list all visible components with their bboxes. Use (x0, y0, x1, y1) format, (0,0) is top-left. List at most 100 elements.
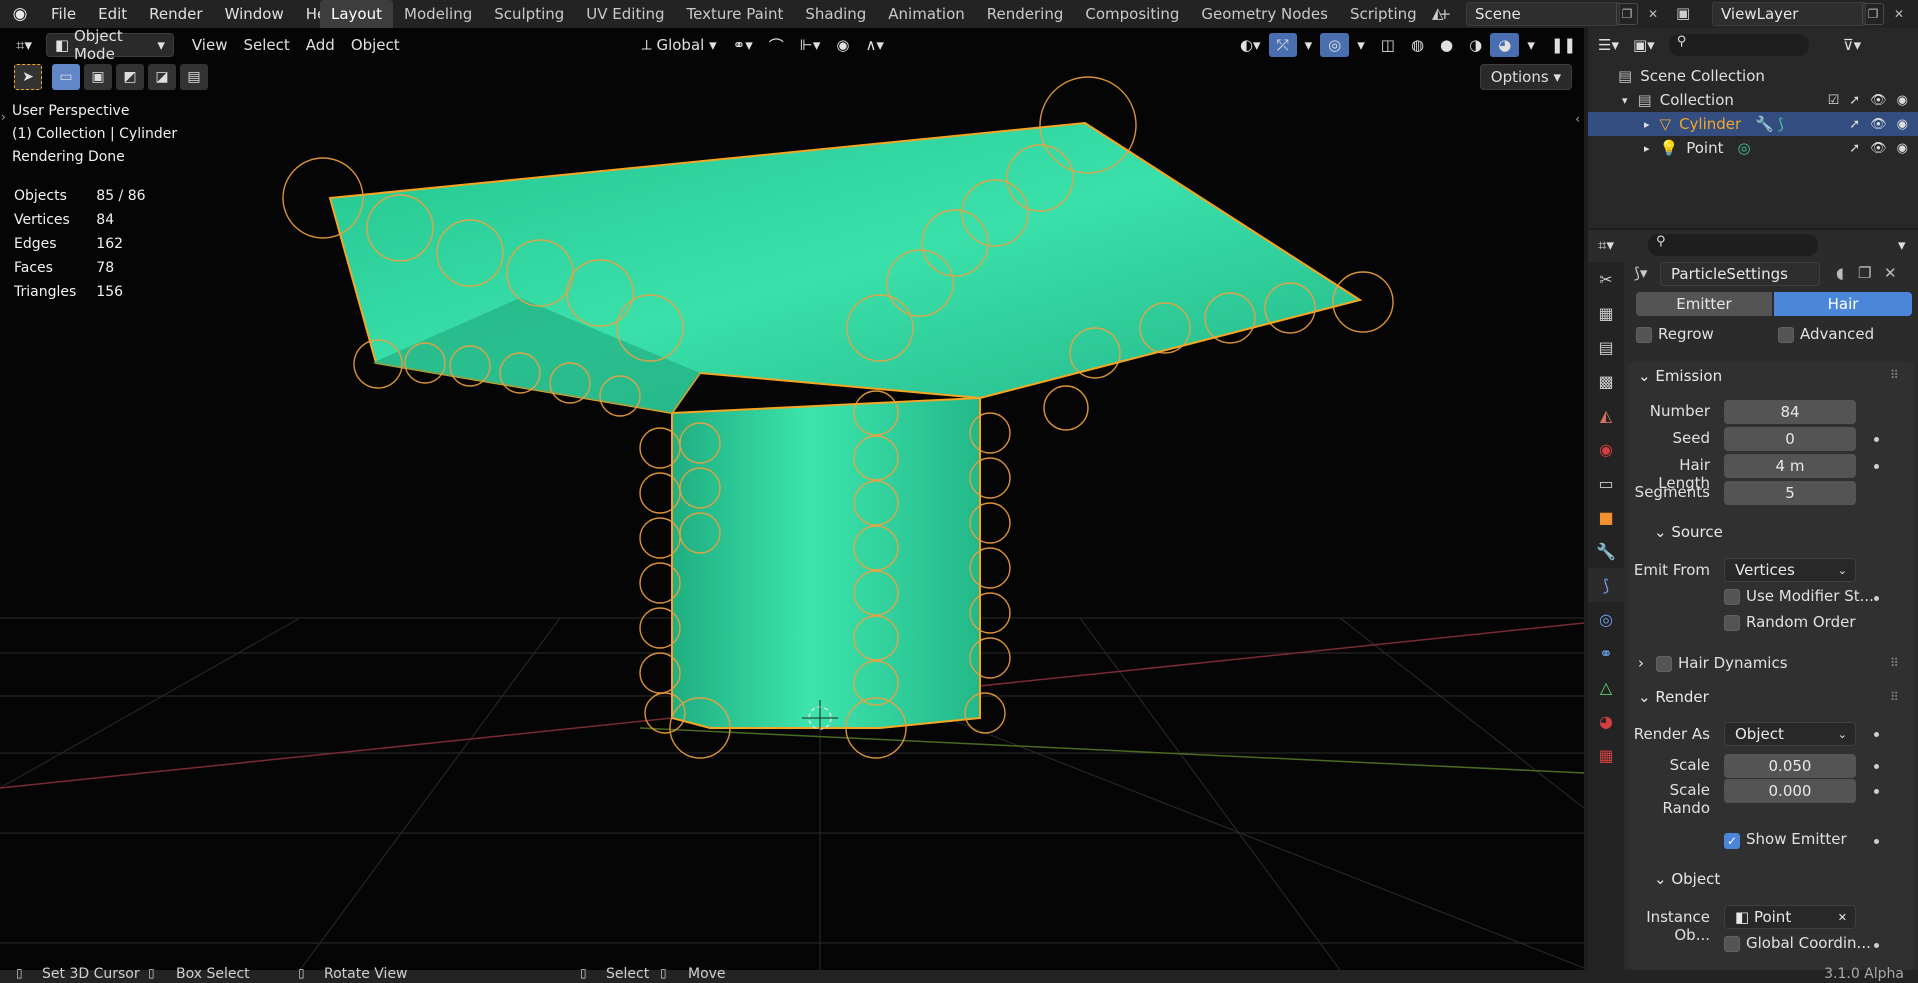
scene-tab-icon[interactable]: ◭ (1588, 398, 1624, 432)
drag-handle-icon[interactable]: ⠿ (1890, 656, 1899, 670)
tab-geometry-nodes[interactable]: Geometry Nodes (1190, 0, 1339, 28)
expand-arrow-icon[interactable]: ▸ (1644, 118, 1650, 131)
cylinder-mesh[interactable] (328, 121, 1363, 729)
tab-emitter[interactable]: Emitter (1636, 292, 1772, 316)
sidebar-toggle-icon[interactable]: ‹ (1575, 112, 1580, 126)
outliner-scene-collection[interactable]: ▤ Scene Collection (1588, 64, 1918, 88)
shading-rendered-icon[interactable]: ◕ (1490, 33, 1520, 57)
use-modifier-stack-checkbox[interactable] (1724, 589, 1740, 605)
select-new-icon[interactable]: ▭ (52, 64, 80, 90)
tab-sculpting[interactable]: Sculpting (483, 0, 575, 28)
display-mode-icon[interactable]: ▣▾ (1633, 36, 1655, 54)
scene-selector[interactable]: Scene (1466, 2, 1620, 26)
delete-viewlayer-icon[interactable]: ✕ (1888, 3, 1910, 25)
checkbox-icon[interactable]: ☑ (1828, 93, 1840, 108)
camera-icon[interactable]: ◉ (1897, 93, 1908, 108)
tab-shading[interactable]: Shading (794, 0, 877, 28)
viewlayer-selector[interactable]: ViewLayer (1712, 2, 1866, 26)
outliner-item-point[interactable]: ▸ 💡 Point ◎ ➚ 👁 ◉ (1588, 136, 1918, 160)
show-emitter-checkbox[interactable]: ✓ (1724, 833, 1740, 849)
tab-texture-paint[interactable]: Texture Paint (676, 0, 795, 28)
tab-uv-editing[interactable]: UV Editing (575, 0, 675, 28)
menu-edit[interactable]: Edit (87, 0, 138, 28)
select-intersect-icon[interactable]: ▤ (180, 64, 208, 90)
drag-handle-icon[interactable]: ⠿ (1890, 690, 1899, 704)
material-tab-icon[interactable]: ◕ (1588, 704, 1624, 738)
proportional-edit-icon[interactable]: ◉ (828, 33, 857, 57)
select-invert-icon[interactable]: ◪ (148, 64, 176, 90)
shading-wireframe-icon[interactable]: ◍ (1403, 33, 1432, 57)
unlink-icon[interactable]: ✕ (1884, 264, 1897, 282)
mode-selector[interactable]: ◧ Object Mode ▾ (45, 28, 174, 63)
seed-field[interactable]: 0 (1724, 427, 1856, 451)
selectable-icon[interactable]: ➚ (1849, 117, 1860, 132)
render-as-dropdown[interactable]: Object ⌄ (1724, 722, 1856, 746)
random-order-checkbox[interactable] (1724, 615, 1740, 631)
pivot-point-icon[interactable]: ⚭▾ (725, 33, 761, 57)
menu-file[interactable]: File (40, 0, 87, 28)
blender-logo-icon[interactable]: ◉ (0, 0, 40, 28)
keyframe-dot[interactable] (1874, 789, 1879, 794)
keyframe-dot[interactable] (1874, 764, 1879, 769)
hair-dynamics-header[interactable]: › (1638, 654, 1649, 672)
expand-arrow-icon[interactable]: ▾ (1622, 94, 1628, 107)
collection-tab-icon[interactable]: ▭ (1588, 466, 1624, 500)
number-field[interactable]: 84 (1724, 400, 1856, 424)
select-extend-icon[interactable]: ▣ (84, 64, 112, 90)
shading-dropdown-icon[interactable]: ▾ (1519, 33, 1543, 57)
scale-field[interactable]: 0.050 (1724, 754, 1856, 778)
world-tab-icon[interactable]: ◉ (1588, 432, 1624, 466)
3d-viewport[interactable]: ⌗▾ ◧ Object Mode ▾ View Select Add Objec… (0, 28, 1584, 970)
output-tab-icon[interactable]: ▤ (1588, 330, 1624, 364)
eye-icon[interactable]: 👁 (1870, 93, 1887, 108)
transform-orientation-dropdown[interactable]: ⟂ Global ▾ (634, 33, 725, 57)
snap-target-icon[interactable]: ⊩▾ (792, 33, 829, 57)
camera-icon[interactable]: ◉ (1897, 141, 1908, 156)
viewlayer-icon[interactable]: ▣ (1676, 4, 1690, 22)
tab-scripting[interactable]: Scripting (1339, 0, 1428, 28)
object-tab-icon[interactable]: ■ (1588, 500, 1624, 534)
new-scene-icon[interactable]: ❐ (1616, 3, 1638, 25)
particle-settings-selector[interactable]: ParticleSettings (1660, 262, 1820, 286)
modifier-tab-icon[interactable]: 🔧 (1588, 534, 1624, 568)
tab-hair[interactable]: Hair (1774, 292, 1912, 316)
segments-field[interactable]: 5 (1724, 481, 1856, 505)
keyframe-dot[interactable] (1874, 839, 1879, 844)
camera-icon[interactable]: ◉ (1897, 117, 1908, 132)
emission-header[interactable]: ⌄ Emission (1638, 367, 1722, 385)
outliner-search-field[interactable]: ⚲ (1668, 34, 1809, 56)
particle-type-icon[interactable]: ⟆▾ (1634, 264, 1647, 282)
eye-icon[interactable]: 👁 (1870, 117, 1887, 132)
menu-view[interactable]: View (184, 33, 236, 57)
expand-arrow-icon[interactable]: ▸ (1644, 142, 1650, 155)
data-tab-icon[interactable]: △ (1588, 670, 1624, 704)
menu-add[interactable]: Add (298, 33, 343, 57)
xray-icon[interactable]: ◫ (1373, 33, 1403, 57)
hair-length-field[interactable]: 4 m (1724, 454, 1856, 478)
render-header[interactable]: ⌄ Render (1638, 688, 1709, 706)
selectable-icon[interactable]: ➚ (1849, 93, 1860, 108)
editor-type-icon[interactable]: ⌗▾ (8, 33, 40, 57)
properties-editor-icon[interactable]: ⌗▾ (1598, 236, 1614, 254)
falloff-icon[interactable]: ∧▾ (857, 33, 892, 57)
hair-dynamics-checkbox[interactable] (1656, 656, 1672, 672)
keyframe-dot[interactable] (1874, 464, 1879, 469)
tab-modeling[interactable]: Modeling (393, 0, 483, 28)
texture-tab-icon[interactable]: ▦ (1588, 738, 1624, 772)
keyframe-dot[interactable] (1874, 732, 1879, 737)
tool-tab-icon[interactable]: ✂ (1588, 262, 1624, 296)
gizmo-dropdown-icon[interactable]: ▾ (1297, 33, 1321, 57)
outliner-collection[interactable]: ▾ ▤ Collection ☑ ➚ 👁 ◉ (1588, 88, 1918, 112)
instance-object-field[interactable]: ◧ Point ✕ (1724, 905, 1856, 929)
outliner-editor-icon[interactable]: ☰▾ (1598, 36, 1619, 54)
fake-user-icon[interactable]: ◖ (1836, 264, 1844, 282)
global-coordinates-checkbox[interactable] (1724, 936, 1740, 952)
tab-compositing[interactable]: Compositing (1074, 0, 1190, 28)
emit-from-dropdown[interactable]: Vertices ⌄ (1724, 558, 1856, 582)
snap-icon[interactable]: ⌒ (761, 33, 792, 57)
visibility-icon[interactable]: ◐▾ (1232, 33, 1269, 57)
keyframe-dot[interactable] (1874, 943, 1879, 948)
filter-icon[interactable]: ⊽▾ (1843, 36, 1862, 54)
scene-icon[interactable]: ◭ (1432, 4, 1444, 22)
advanced-checkbox[interactable] (1778, 327, 1794, 343)
